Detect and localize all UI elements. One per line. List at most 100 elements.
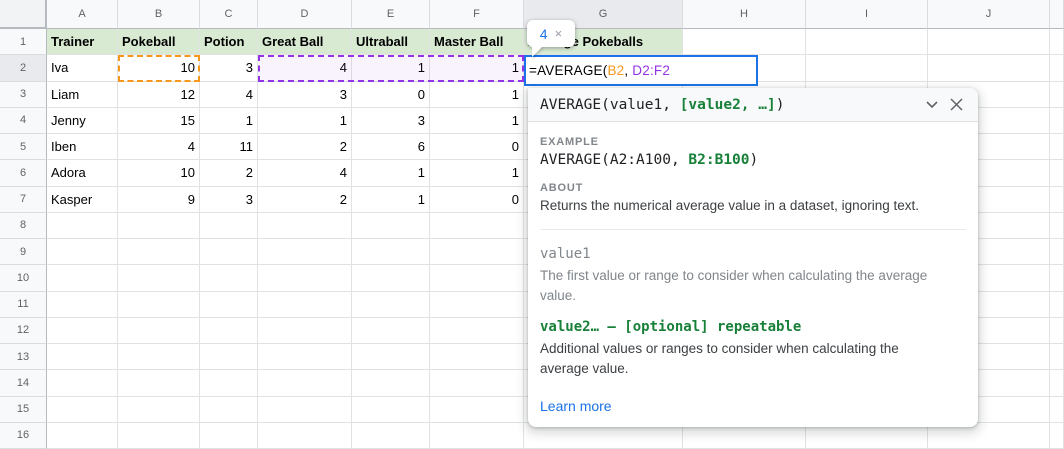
cell-I1[interactable] xyxy=(806,29,928,55)
cell-F5[interactable]: 0 xyxy=(430,134,524,160)
cell-F9[interactable] xyxy=(430,239,524,265)
cell-A16[interactable] xyxy=(47,423,118,449)
cell-F1[interactable]: Master Ball xyxy=(430,29,524,55)
cell-F10[interactable] xyxy=(430,265,524,291)
cell-D5[interactable]: 2 xyxy=(258,134,352,160)
cell-C11[interactable] xyxy=(200,292,258,318)
cell-B15[interactable] xyxy=(118,397,200,423)
cell-K9[interactable] xyxy=(1050,239,1064,265)
cell-C9[interactable] xyxy=(200,239,258,265)
row-header-13[interactable]: 13 xyxy=(0,344,47,370)
cell-E8[interactable] xyxy=(352,213,430,239)
cell-E6[interactable]: 1 xyxy=(352,160,430,186)
cell-B8[interactable] xyxy=(118,213,200,239)
cell-K12[interactable] xyxy=(1050,318,1064,344)
row-header-14[interactable]: 14 xyxy=(0,370,47,396)
cell-F3[interactable]: 1 xyxy=(430,82,524,108)
cell-B1[interactable]: Pokeball xyxy=(118,29,200,55)
cell-E3[interactable]: 0 xyxy=(352,82,430,108)
cell-D14[interactable] xyxy=(258,370,352,396)
cell-D9[interactable] xyxy=(258,239,352,265)
cell-A9[interactable] xyxy=(47,239,118,265)
cell-C2[interactable]: 3 xyxy=(200,55,258,81)
cell-H1[interactable] xyxy=(683,29,806,55)
column-header-D[interactable]: D xyxy=(258,0,352,29)
cell-C4[interactable]: 1 xyxy=(200,108,258,134)
row-header-8[interactable]: 8 xyxy=(0,213,47,239)
cell-B16[interactable] xyxy=(118,423,200,449)
cell-D13[interactable] xyxy=(258,344,352,370)
cell-E13[interactable] xyxy=(352,344,430,370)
cell-D7[interactable]: 2 xyxy=(258,187,352,213)
cell-E2[interactable]: 1 xyxy=(352,55,430,81)
column-header-A[interactable]: A xyxy=(47,0,118,29)
cell-formula-editor[interactable]: =AVERAGE(B2, D2:F2 xyxy=(524,55,758,86)
cell-C6[interactable]: 2 xyxy=(200,160,258,186)
cell-D11[interactable] xyxy=(258,292,352,318)
cell-A12[interactable] xyxy=(47,318,118,344)
cell-C5[interactable]: 11 xyxy=(200,134,258,160)
select-all-corner[interactable] xyxy=(0,0,47,29)
cell-C13[interactable] xyxy=(200,344,258,370)
cell-B13[interactable] xyxy=(118,344,200,370)
cell-D2[interactable]: 4 xyxy=(258,55,352,81)
cell-K1[interactable] xyxy=(1050,29,1064,55)
cell-K15[interactable] xyxy=(1050,397,1064,423)
row-header-6[interactable]: 6 xyxy=(0,160,47,186)
cell-E15[interactable] xyxy=(352,397,430,423)
cell-A1[interactable]: Trainer xyxy=(47,29,118,55)
cell-F15[interactable] xyxy=(430,397,524,423)
cell-K7[interactable] xyxy=(1050,187,1064,213)
cell-E9[interactable] xyxy=(352,239,430,265)
cell-K5[interactable] xyxy=(1050,134,1064,160)
row-header-4[interactable]: 4 xyxy=(0,108,47,134)
chevron-down-icon[interactable] xyxy=(920,93,944,117)
cell-F16[interactable] xyxy=(430,423,524,449)
cell-D6[interactable]: 4 xyxy=(258,160,352,186)
column-header-J[interactable]: J xyxy=(928,0,1050,29)
cell-F2[interactable]: 1 xyxy=(430,55,524,81)
cell-B14[interactable] xyxy=(118,370,200,396)
cell-K14[interactable] xyxy=(1050,370,1064,396)
cell-B9[interactable] xyxy=(118,239,200,265)
cell-D8[interactable] xyxy=(258,213,352,239)
cell-B2[interactable]: 10 xyxy=(118,55,200,81)
cell-A2[interactable]: Iva xyxy=(47,55,118,81)
cell-A4[interactable]: Jenny xyxy=(47,108,118,134)
cell-E11[interactable] xyxy=(352,292,430,318)
cell-C14[interactable] xyxy=(200,370,258,396)
cell-E1[interactable]: Ultraball xyxy=(352,29,430,55)
cell-B6[interactable]: 10 xyxy=(118,160,200,186)
column-header-E[interactable]: E xyxy=(352,0,430,29)
row-header-10[interactable]: 10 xyxy=(0,265,47,291)
cell-E4[interactable]: 3 xyxy=(352,108,430,134)
cell-K8[interactable] xyxy=(1050,213,1064,239)
row-header-9[interactable]: 9 xyxy=(0,239,47,265)
cell-B5[interactable]: 4 xyxy=(118,134,200,160)
cell-A8[interactable] xyxy=(47,213,118,239)
cell-C8[interactable] xyxy=(200,213,258,239)
column-header-H[interactable]: H xyxy=(683,0,806,29)
row-header-12[interactable]: 12 xyxy=(0,318,47,344)
cell-C1[interactable]: Potion xyxy=(200,29,258,55)
cell-E16[interactable] xyxy=(352,423,430,449)
cell-D4[interactable]: 1 xyxy=(258,108,352,134)
cell-K13[interactable] xyxy=(1050,344,1064,370)
cell-D1[interactable]: Great Ball xyxy=(258,29,352,55)
cell-A6[interactable]: Adora xyxy=(47,160,118,186)
column-header-C[interactable]: C xyxy=(200,0,258,29)
row-header-1[interactable]: 1 xyxy=(0,29,47,55)
cell-D3[interactable]: 3 xyxy=(258,82,352,108)
cell-D12[interactable] xyxy=(258,318,352,344)
row-header-7[interactable]: 7 xyxy=(0,187,47,213)
cell-B12[interactable] xyxy=(118,318,200,344)
cell-C10[interactable] xyxy=(200,265,258,291)
cell-A13[interactable] xyxy=(47,344,118,370)
cell-B3[interactable]: 12 xyxy=(118,82,200,108)
cell-A3[interactable]: Liam xyxy=(47,82,118,108)
cell-K2[interactable] xyxy=(1050,55,1064,81)
cell-D16[interactable] xyxy=(258,423,352,449)
cell-A10[interactable] xyxy=(47,265,118,291)
cell-E5[interactable]: 6 xyxy=(352,134,430,160)
cell-F6[interactable]: 1 xyxy=(430,160,524,186)
